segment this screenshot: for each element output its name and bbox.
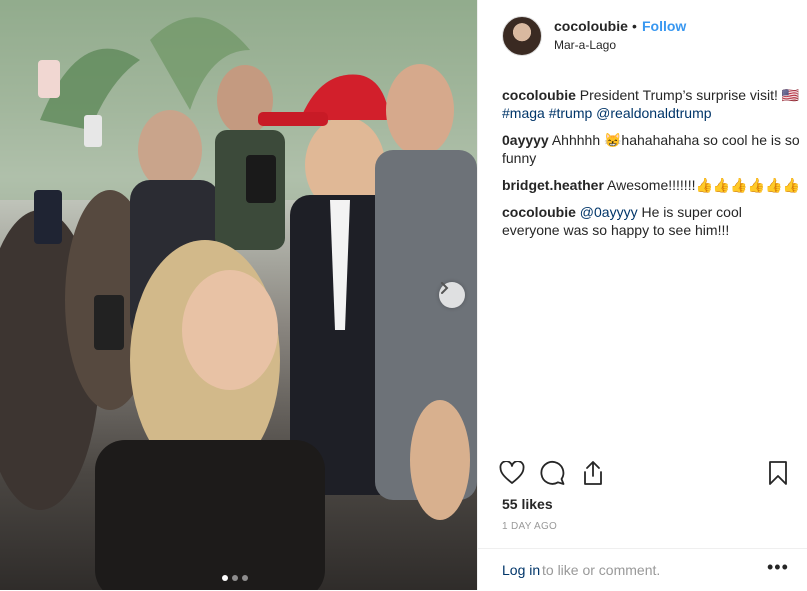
like-button[interactable] [498, 458, 526, 488]
chevron-right-icon [441, 282, 449, 294]
carousel-dot-active [222, 575, 228, 581]
login-link[interactable]: Log in [502, 562, 540, 578]
comment-username[interactable]: 0ayyyy [502, 132, 549, 148]
comment-item: cocoloubie @0ayyyy He is super cool ever… [502, 203, 802, 239]
post-timestamp[interactable]: 1 DAY AGO [502, 521, 557, 532]
follow-button[interactable]: Follow [642, 18, 686, 34]
more-options-button[interactable]: ••• [767, 557, 789, 578]
post-sidebar: cocoloubie • Follow Mar-a-Lago cocoloubi… [477, 0, 807, 590]
carousel-dot [232, 575, 238, 581]
comment-button[interactable] [539, 458, 567, 488]
next-slide-button[interactable] [439, 282, 465, 308]
bookmark-icon [769, 461, 787, 485]
comment-item: bridget.heather Awesome!!!!!!!👍👍👍👍👍👍 [502, 176, 802, 194]
caption: cocoloubie President Trump’s surprise vi… [502, 86, 802, 122]
comment-mention[interactable]: @0ayyyy [580, 204, 638, 220]
photo-scene [0, 0, 477, 590]
carousel-dot [242, 575, 248, 581]
heart-icon [499, 461, 525, 484]
share-button[interactable] [579, 458, 607, 488]
comment-text: President Trump’s surprise visit! 🇺🇸 [579, 87, 800, 103]
caption-hashtags[interactable]: #maga #trump @realdonaldtrump [502, 105, 712, 121]
save-button[interactable] [764, 458, 792, 488]
post-header: cocoloubie • Follow Mar-a-Lago [478, 0, 807, 76]
action-bar [478, 458, 807, 492]
comment-login-bar: Log in to like or comment. ••• [478, 548, 807, 591]
header-separator: • [632, 18, 637, 34]
login-prompt: to like or comment. [542, 562, 661, 578]
comment-username[interactable]: cocoloubie [502, 87, 576, 103]
location-link[interactable]: Mar-a-Lago [554, 38, 616, 52]
comment-text: Awesome!!!!!!!👍👍👍👍👍👍 [607, 177, 801, 193]
comment-username[interactable]: bridget.heather [502, 177, 604, 193]
comment-item: 0ayyyy Ahhhhh 😸hahahahaha so cool he is … [502, 131, 802, 167]
comment-icon [540, 460, 565, 485]
avatar[interactable] [502, 16, 542, 56]
like-count[interactable]: 55 likes [502, 496, 553, 512]
post-photo[interactable] [0, 0, 477, 590]
comment-username[interactable]: cocoloubie [502, 204, 576, 220]
header-username[interactable]: cocoloubie [554, 18, 628, 34]
carousel-indicator [222, 575, 248, 581]
comment-list: cocoloubie President Trump’s surprise vi… [502, 86, 802, 248]
share-icon [584, 461, 602, 485]
